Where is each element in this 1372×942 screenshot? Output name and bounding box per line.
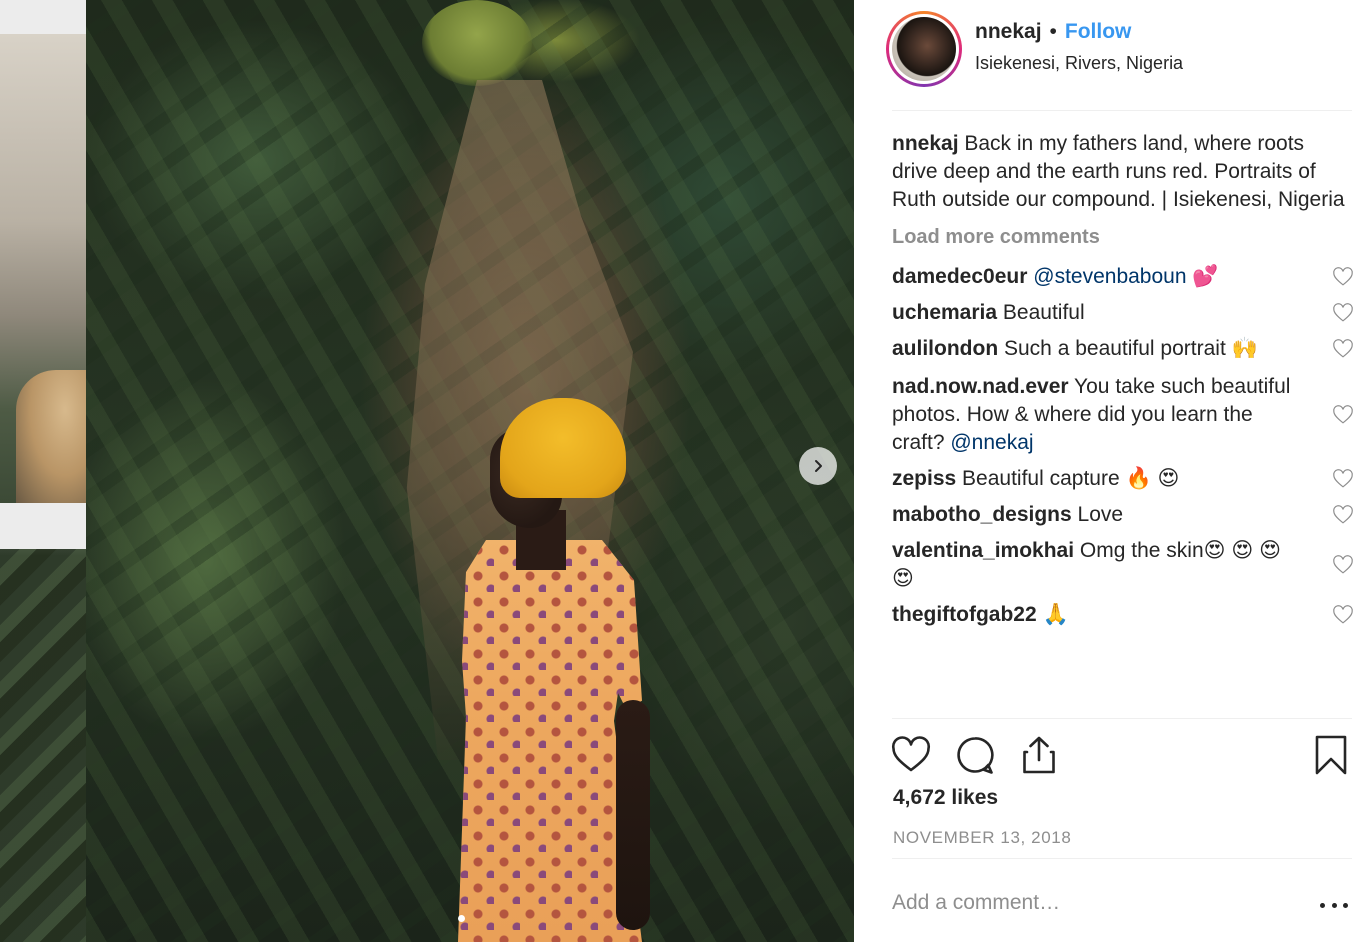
post-image[interactable] [86,0,854,942]
load-more-comments-button[interactable]: Load more comments [892,226,1354,249]
comment-username[interactable]: damedec0eur [892,265,1027,288]
more-options-button[interactable] [1320,895,1348,915]
comment-item: aulilondon Such a beautiful portrait 🙌 [892,335,1354,363]
comment-like-heart-icon[interactable] [1332,338,1354,360]
comment-button[interactable] [954,734,996,776]
header-separator: • [1049,20,1057,43]
more-options-icon-dot [1320,902,1325,908]
divider [892,110,1352,111]
divider [892,858,1352,859]
add-comment-input[interactable] [892,886,1292,920]
comment-bubble-icon [957,737,994,774]
comment-like-heart-icon[interactable] [1332,504,1354,526]
gap-mid [0,503,86,549]
next-slide-button[interactable] [799,447,837,485]
carousel-dot-active [458,915,465,922]
comment-mention[interactable]: @stevenbaboun [1033,265,1186,288]
post-date[interactable]: NOVEMBER 13, 2018 [893,828,1071,848]
more-options-icon-dot [1343,902,1348,908]
post-header: nnekaj • Follow Isiekenesi, Rivers, Nige… [854,0,1372,110]
previous-post-image[interactable] [0,0,86,942]
comment-like-heart-icon[interactable] [1332,266,1354,288]
comment-username[interactable]: aulilondon [892,337,998,360]
avatar-image [892,17,956,81]
bookmark-icon [1315,735,1347,775]
more-options-icon-dot [1331,902,1337,908]
comment-item: uchemaria Beautiful [892,299,1354,327]
comment-item: thegiftofgab22 🙏 [892,601,1354,629]
comment-item: mabotho_designs Love [892,501,1354,529]
comment-like-heart-icon[interactable] [1332,468,1354,490]
divider [892,718,1352,719]
comment-like-heart-icon[interactable] [1332,302,1354,324]
gap-top [0,0,86,34]
comment-username[interactable]: mabotho_designs [892,503,1072,526]
comment-emoji: 🙏 [1042,603,1069,626]
comment-like-heart-icon[interactable] [1332,554,1354,576]
comment-username[interactable]: uchemaria [892,301,997,324]
comment-username[interactable]: zepiss [892,467,956,490]
comment-like-heart-icon[interactable] [1332,604,1354,626]
comments-list[interactable]: nnekaj Back in my fathers land, where ro… [892,130,1354,718]
comment-emoji: 🔥 😍 [1125,467,1180,490]
save-button[interactable] [1310,734,1352,776]
comment-mention[interactable]: @nnekaj [950,431,1033,454]
comment-username[interactable]: valentina_imokhai [892,539,1074,562]
previous-photo-figure [16,370,86,503]
comment-item: zepiss Beautiful capture 🔥 😍 [892,465,1354,493]
heart-icon [891,736,931,772]
woman-dress [458,540,642,942]
caption-username[interactable]: nnekaj [892,132,959,155]
comment-text: Beautiful capture [956,467,1126,490]
chevron-right-icon [815,460,822,472]
likes-count[interactable]: 4,672 likes [893,786,998,810]
avatar[interactable] [886,11,962,87]
header-username[interactable]: nnekaj [975,20,1042,44]
comment-emoji: 💕 [1186,265,1219,288]
comment-item: nad.now.nad.ever You take such beautiful… [892,373,1354,457]
post-side-panel: nnekaj • Follow Isiekenesi, Rivers, Nige… [854,0,1372,942]
action-bar [890,734,1354,778]
banana-bunch [422,0,532,86]
follow-button[interactable]: Follow [1065,20,1132,44]
avatar-border [889,14,959,84]
header-user-row: nnekaj • Follow [975,20,1131,44]
comment-text: Omg the skin [1074,539,1204,562]
comment-item: damedec0eur @stevenbaboun 💕 [892,263,1354,291]
location-link[interactable]: Isiekenesi, Rivers, Nigeria [975,53,1183,74]
comment-item: valentina_imokhai Omg the skin😍 😍 😍 😍 [892,537,1354,593]
share-button[interactable] [1018,734,1060,776]
like-button[interactable] [890,734,932,776]
comment-like-heart-icon[interactable] [1332,404,1354,426]
comment-username[interactable]: nad.now.nad.ever [892,375,1069,398]
comment-text: Beautiful [997,301,1085,324]
share-icon [1023,736,1055,774]
caption-text: Back in my fathers land, where roots dri… [892,132,1345,211]
comment-text: Such a beautiful portrait [998,337,1232,360]
woman-arm [616,700,650,930]
comment-text: Love [1071,503,1124,526]
comment-emoji: 🙌 [1231,337,1258,360]
comment-username[interactable]: thegiftofgab22 [892,603,1037,626]
post-caption: nnekaj Back in my fathers land, where ro… [892,130,1354,214]
previous-photo-foliage [0,549,86,942]
